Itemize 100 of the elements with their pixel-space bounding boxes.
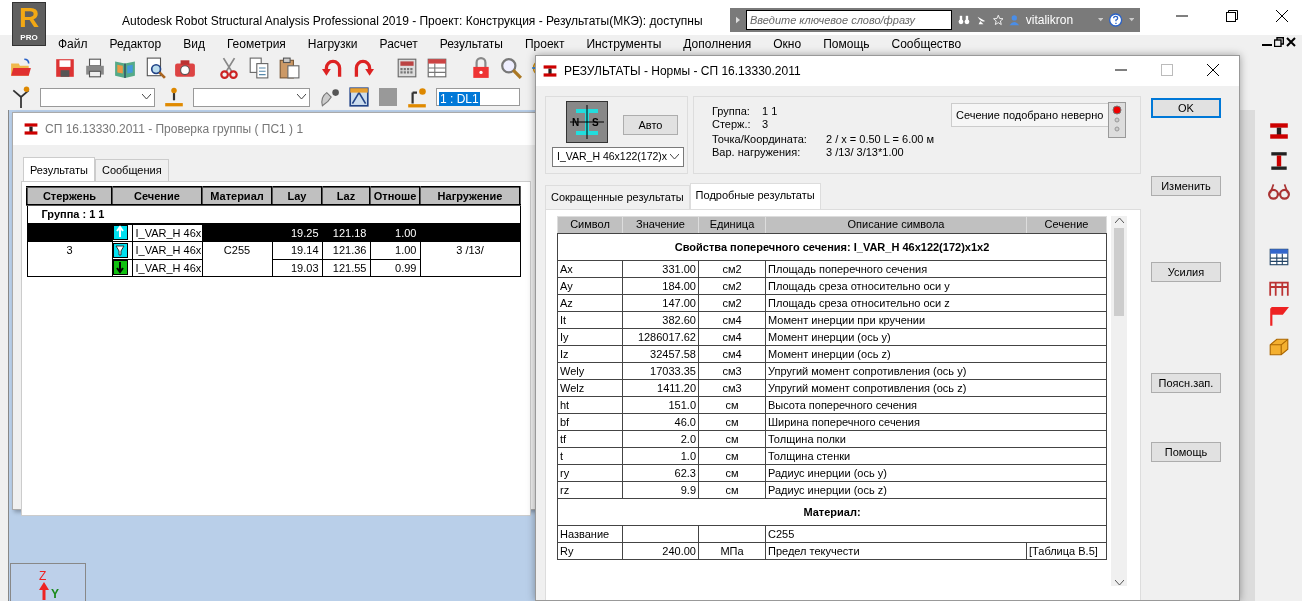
undo-icon[interactable] bbox=[322, 57, 344, 79]
user-name[interactable]: vitalikron bbox=[1025, 11, 1093, 29]
menu-item[interactable]: Вид bbox=[183, 34, 216, 53]
table-cell: 331.00 bbox=[622, 260, 699, 277]
beam-icon[interactable] bbox=[1267, 120, 1290, 142]
scrollbar-thumb[interactable] bbox=[1114, 227, 1124, 316]
scroll-down-icon[interactable] bbox=[1114, 579, 1124, 586]
table-cell: Толщина стенки bbox=[765, 447, 1107, 464]
load-case-field[interactable]: 1 : DL1 bbox=[436, 88, 520, 106]
menu-item[interactable]: Окно bbox=[773, 34, 813, 53]
zoom-icon[interactable] bbox=[500, 57, 522, 79]
menu-item[interactable]: Инструменты bbox=[586, 34, 673, 53]
auto-button[interactable]: Авто bbox=[623, 115, 678, 135]
expand-icon[interactable] bbox=[736, 15, 740, 25]
caret-icon bbox=[297, 94, 306, 100]
copy-icon[interactable] bbox=[248, 57, 270, 79]
tab[interactable]: Результаты bbox=[23, 157, 95, 181]
menu-item[interactable]: Файл bbox=[58, 34, 99, 53]
column-header[interactable]: Нагружение bbox=[420, 186, 520, 205]
restore-icon[interactable] bbox=[1226, 10, 1238, 22]
table-cell: см bbox=[698, 430, 766, 447]
caret-icon[interactable] bbox=[1128, 17, 1134, 23]
close-icon[interactable] bbox=[1276, 10, 1288, 22]
column-header[interactable]: Сечение bbox=[1026, 216, 1107, 233]
table-cell: C255 bbox=[202, 241, 272, 259]
table-cell: 1286017.62 bbox=[622, 328, 699, 345]
tab[interactable]: Подробные результаты bbox=[689, 183, 821, 209]
dialog-button[interactable]: Усилия bbox=[1151, 262, 1221, 282]
column-header[interactable]: Единица bbox=[698, 216, 766, 233]
tab[interactable]: Сокращенные результаты bbox=[545, 185, 690, 209]
table-cell: 0.99 bbox=[370, 259, 420, 277]
info-value: 1 1 bbox=[762, 105, 778, 118]
menu-item[interactable]: Расчет bbox=[379, 34, 429, 53]
table-cell: см2 bbox=[698, 294, 766, 311]
column-header[interactable]: Laz bbox=[322, 186, 370, 205]
menu-item[interactable]: Геометрия bbox=[226, 34, 297, 53]
menu-item[interactable]: Дополнения bbox=[683, 34, 763, 53]
table-cell: 3 bbox=[27, 241, 112, 259]
table-cell: Площадь среза относительно оси y bbox=[765, 277, 1107, 294]
frame-view-icon[interactable] bbox=[348, 86, 370, 108]
column-header[interactable]: Стержень bbox=[27, 186, 112, 205]
close-icon[interactable] bbox=[1286, 37, 1296, 47]
table-cell: см bbox=[698, 413, 766, 430]
scroll-up-icon[interactable] bbox=[1114, 217, 1124, 224]
printer-icon[interactable] bbox=[84, 57, 106, 79]
open-folder-icon[interactable] bbox=[10, 57, 32, 79]
info-label: Вар. нагружения: bbox=[712, 145, 802, 158]
column-header[interactable]: Символ bbox=[557, 216, 623, 233]
table-icon[interactable] bbox=[426, 57, 448, 79]
axis-query-icon[interactable] bbox=[10, 86, 32, 108]
column-header[interactable]: Отноше bbox=[370, 186, 420, 205]
flag-icon[interactable] bbox=[1267, 306, 1290, 328]
dialog-title: РЕЗУЛЬТАТЫ - Нормы - СП 16.13330.2011 bbox=[564, 63, 801, 80]
paste-icon[interactable] bbox=[278, 57, 300, 79]
menu-item[interactable]: Проект bbox=[524, 34, 576, 53]
redo-icon[interactable] bbox=[352, 57, 374, 79]
dialog-button[interactable]: Поясн.зап. bbox=[1151, 373, 1221, 393]
column-header[interactable]: Значение bbox=[622, 216, 699, 233]
load-case-icon[interactable] bbox=[406, 86, 428, 108]
column-header[interactable]: Lay bbox=[272, 186, 322, 205]
star-icon[interactable] bbox=[992, 12, 1004, 28]
table-cell: Welz bbox=[557, 379, 623, 396]
lock-icon[interactable] bbox=[470, 57, 492, 79]
menu-item[interactable]: Помощь bbox=[823, 34, 881, 53]
table-icon[interactable] bbox=[1267, 246, 1290, 268]
menu-item[interactable]: Редактор bbox=[109, 34, 173, 53]
column-header[interactable]: Материал bbox=[202, 186, 272, 205]
table-cell: 382.60 bbox=[622, 311, 699, 328]
menu-item[interactable]: Нагрузки bbox=[307, 34, 369, 53]
dialog-title: СП 16.13330.2011 - Проверка группы ( ПС1 ) 1 bbox=[45, 121, 304, 138]
table-cell: Ry bbox=[557, 542, 623, 559]
close-icon[interactable] bbox=[1207, 64, 1219, 76]
table-cell: Площадь поперечного сечения bbox=[765, 260, 1107, 277]
dropdown[interactable] bbox=[193, 87, 310, 107]
dialog-button[interactable]: OK bbox=[1151, 98, 1221, 118]
table-cell: 1.0 bbox=[622, 447, 699, 464]
search-field[interactable]: Введите ключевое слово/фразу bbox=[746, 10, 952, 30]
tab[interactable]: Сообщения bbox=[94, 159, 169, 181]
dropdown[interactable] bbox=[40, 87, 155, 107]
save-icon[interactable] bbox=[54, 57, 76, 79]
column-header[interactable]: Описание символа bbox=[765, 216, 1027, 233]
dialog-button[interactable]: Помощь bbox=[1151, 442, 1221, 462]
box-icon[interactable] bbox=[1267, 336, 1290, 358]
caret-icon[interactable] bbox=[1098, 17, 1104, 23]
print-preview-icon[interactable] bbox=[144, 57, 166, 79]
section-dropdown[interactable]: I_VAR_H 46x122(172)x bbox=[552, 147, 684, 167]
column-header[interactable]: Сечение bbox=[112, 186, 202, 205]
menu-item[interactable]: Сообщество bbox=[891, 34, 973, 53]
help-icon[interactable] bbox=[1109, 10, 1123, 30]
table-cell: 2.0 bbox=[622, 430, 699, 447]
camera-icon[interactable] bbox=[174, 57, 196, 79]
application-menu-button[interactable]: R PRO bbox=[12, 2, 46, 46]
menu-item[interactable]: Результаты bbox=[439, 34, 514, 53]
hand-query-icon[interactable] bbox=[318, 86, 340, 108]
scissors-icon[interactable] bbox=[218, 57, 240, 79]
dialog-button[interactable]: Изменить bbox=[1151, 176, 1221, 196]
load-query-icon[interactable] bbox=[163, 86, 185, 108]
restore-icon[interactable] bbox=[1274, 37, 1284, 47]
calculator-icon[interactable] bbox=[396, 57, 418, 79]
scrollbar[interactable] bbox=[1111, 215, 1127, 586]
